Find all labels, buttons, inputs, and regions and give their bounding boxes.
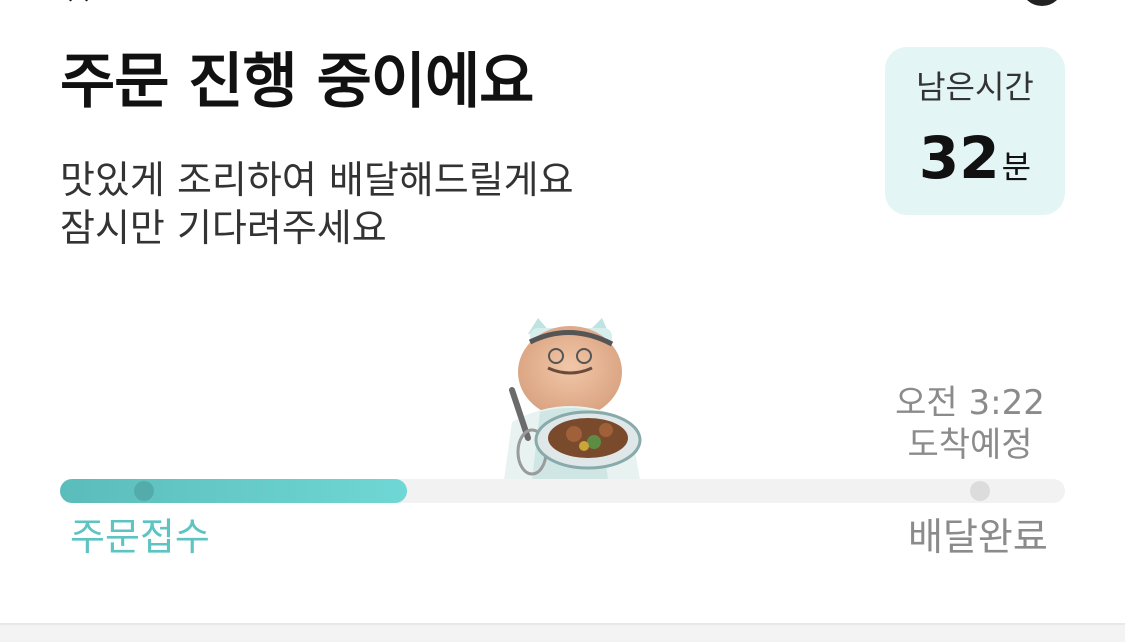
remaining-time-unit: 분 (1001, 148, 1032, 186)
delivery-progress-fill (60, 479, 407, 503)
estimated-arrival: 오전 3:22 도착예정 (880, 382, 1060, 466)
delivery-progress-bar (60, 479, 1065, 503)
back-arrow-icon[interactable] (58, 0, 98, 4)
remaining-time-card: 남은시간 32분 (885, 47, 1065, 215)
progress-end-marker (970, 481, 990, 501)
profile-icon[interactable] (1022, 0, 1062, 6)
step-order-received: 주문접수 (70, 515, 210, 559)
chef-mascot-icon (504, 318, 642, 480)
section-divider (0, 623, 1125, 642)
status-description-line-2: 잠시만 기다려주세요 (60, 206, 387, 250)
status-description: 맛있게 조리하여 배달해드릴게요 잠시만 기다려주세요 (60, 156, 574, 252)
step-delivery-complete: 배달완료 (908, 515, 1048, 559)
remaining-time-label: 남은시간 (916, 68, 1034, 106)
progress-start-marker (134, 481, 154, 501)
remaining-time-number: 32 (918, 124, 1000, 192)
page-title: 주문 진행 중이에요 (60, 47, 534, 117)
eta-time: 오전 3:22 (895, 383, 1045, 423)
remaining-time-value: 32분 (885, 129, 1065, 187)
eta-label: 도착예정 (907, 425, 1033, 465)
status-description-line-1: 맛있게 조리하여 배달해드릴게요 (60, 158, 574, 202)
